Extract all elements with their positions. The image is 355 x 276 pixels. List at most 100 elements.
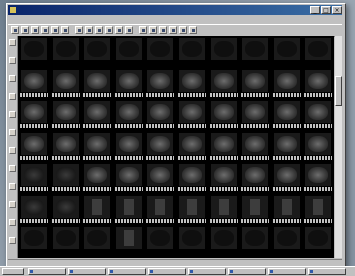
- reset-icon[interactable]: [9, 201, 16, 208]
- image-tile[interactable]: [84, 195, 111, 218]
- image-tile[interactable]: [84, 227, 111, 249]
- image-tile[interactable]: [52, 227, 79, 249]
- image-tile[interactable]: [147, 132, 174, 155]
- text-icon[interactable]: [9, 165, 16, 172]
- pan-icon[interactable]: [9, 75, 16, 82]
- image-tile[interactable]: [273, 164, 300, 186]
- scrollbar-thumb[interactable]: [335, 76, 342, 106]
- zoom-icon[interactable]: [41, 26, 49, 34]
- taskbar-item[interactable]: [68, 268, 106, 275]
- image-tile[interactable]: [21, 227, 47, 249]
- zoom-icon[interactable]: [9, 57, 16, 64]
- image-tile[interactable]: [305, 164, 332, 186]
- image-tile[interactable]: [210, 195, 237, 218]
- arrow-icon[interactable]: [9, 183, 16, 190]
- image-tile[interactable]: [21, 132, 47, 155]
- image-tile[interactable]: [242, 101, 269, 123]
- image-tile[interactable]: [305, 227, 332, 249]
- image-tile[interactable]: [305, 101, 332, 123]
- image-tile[interactable]: [273, 101, 300, 123]
- image-tile[interactable]: [179, 69, 205, 92]
- image-tile[interactable]: [242, 227, 269, 249]
- window-level-icon[interactable]: [95, 26, 103, 34]
- image-tile[interactable]: [305, 132, 332, 155]
- image-tile[interactable]: [179, 132, 205, 155]
- image-tile[interactable]: [52, 195, 79, 218]
- image-grid-viewer[interactable]: [18, 36, 334, 258]
- image-tile[interactable]: [305, 38, 332, 60]
- image-tile[interactable]: [21, 38, 47, 60]
- angle-icon[interactable]: [9, 129, 16, 136]
- image-tile[interactable]: [147, 101, 174, 123]
- image-tile[interactable]: [21, 164, 47, 186]
- open-icon[interactable]: [11, 26, 19, 34]
- taskbar-item[interactable]: [28, 268, 66, 275]
- image-tile[interactable]: [273, 69, 300, 92]
- image-tile[interactable]: [84, 101, 111, 123]
- image-tile[interactable]: [84, 38, 111, 60]
- image-tile[interactable]: [21, 69, 47, 92]
- taskbar-item[interactable]: [308, 268, 346, 275]
- image-tile[interactable]: [210, 69, 237, 92]
- taskbar-item[interactable]: [268, 268, 306, 275]
- layout-icon[interactable]: [61, 26, 69, 34]
- next-icon[interactable]: [9, 237, 16, 244]
- image-tile[interactable]: [147, 195, 174, 218]
- image-tile[interactable]: [52, 132, 79, 155]
- select-icon[interactable]: [9, 39, 16, 46]
- invert-icon[interactable]: [149, 26, 157, 34]
- image-tile[interactable]: [242, 195, 269, 218]
- image-tile[interactable]: [210, 164, 237, 186]
- grid-icon[interactable]: [75, 26, 83, 34]
- image-tile[interactable]: [84, 69, 111, 92]
- series-icon[interactable]: [85, 26, 93, 34]
- taskbar-item[interactable]: [108, 268, 146, 275]
- image-tile[interactable]: [305, 69, 332, 92]
- image-tile[interactable]: [147, 164, 174, 186]
- close-button[interactable]: ×: [332, 6, 342, 14]
- roi-icon[interactable]: [9, 147, 16, 154]
- settings-icon[interactable]: [189, 26, 197, 34]
- image-tile[interactable]: [115, 164, 142, 186]
- image-tile[interactable]: [179, 164, 205, 186]
- image-tile[interactable]: [179, 38, 205, 60]
- image-tile[interactable]: [210, 101, 237, 123]
- image-tile[interactable]: [273, 195, 300, 218]
- image-tile[interactable]: [21, 195, 47, 218]
- info-icon[interactable]: [169, 26, 177, 34]
- minimize-button[interactable]: _: [310, 6, 320, 14]
- prev-icon[interactable]: [9, 219, 16, 226]
- image-tile[interactable]: [179, 195, 205, 218]
- image-tile[interactable]: [115, 227, 142, 249]
- image-tile[interactable]: [273, 132, 300, 155]
- image-tile[interactable]: [273, 227, 300, 249]
- image-tile[interactable]: [147, 38, 174, 60]
- image-tile[interactable]: [179, 227, 205, 249]
- pan-icon[interactable]: [115, 26, 123, 34]
- save-icon[interactable]: [21, 26, 29, 34]
- contrast-icon[interactable]: [9, 93, 16, 100]
- image-tile[interactable]: [52, 101, 79, 123]
- taskbar-item[interactable]: [148, 268, 186, 275]
- image-tile[interactable]: [242, 69, 269, 92]
- image-tile[interactable]: [242, 132, 269, 155]
- image-tile[interactable]: [52, 69, 79, 92]
- rotate-icon[interactable]: [125, 26, 133, 34]
- image-tile[interactable]: [84, 132, 111, 155]
- export-icon[interactable]: [179, 26, 187, 34]
- ruler-icon[interactable]: [9, 111, 16, 118]
- image-tile[interactable]: [147, 227, 174, 249]
- title-bar[interactable]: _ □ ×: [8, 5, 342, 15]
- undo-icon[interactable]: [51, 26, 59, 34]
- print-icon[interactable]: [31, 26, 39, 34]
- image-tile[interactable]: [242, 38, 269, 60]
- flip-icon[interactable]: [139, 26, 147, 34]
- image-tile[interactable]: [210, 132, 237, 155]
- image-tile[interactable]: [84, 164, 111, 186]
- image-tile[interactable]: [179, 101, 205, 123]
- taskbar-item[interactable]: [188, 268, 226, 275]
- image-tile[interactable]: [242, 164, 269, 186]
- vertical-scrollbar[interactable]: [335, 36, 342, 258]
- image-tile[interactable]: [147, 69, 174, 92]
- image-tile[interactable]: [273, 38, 300, 60]
